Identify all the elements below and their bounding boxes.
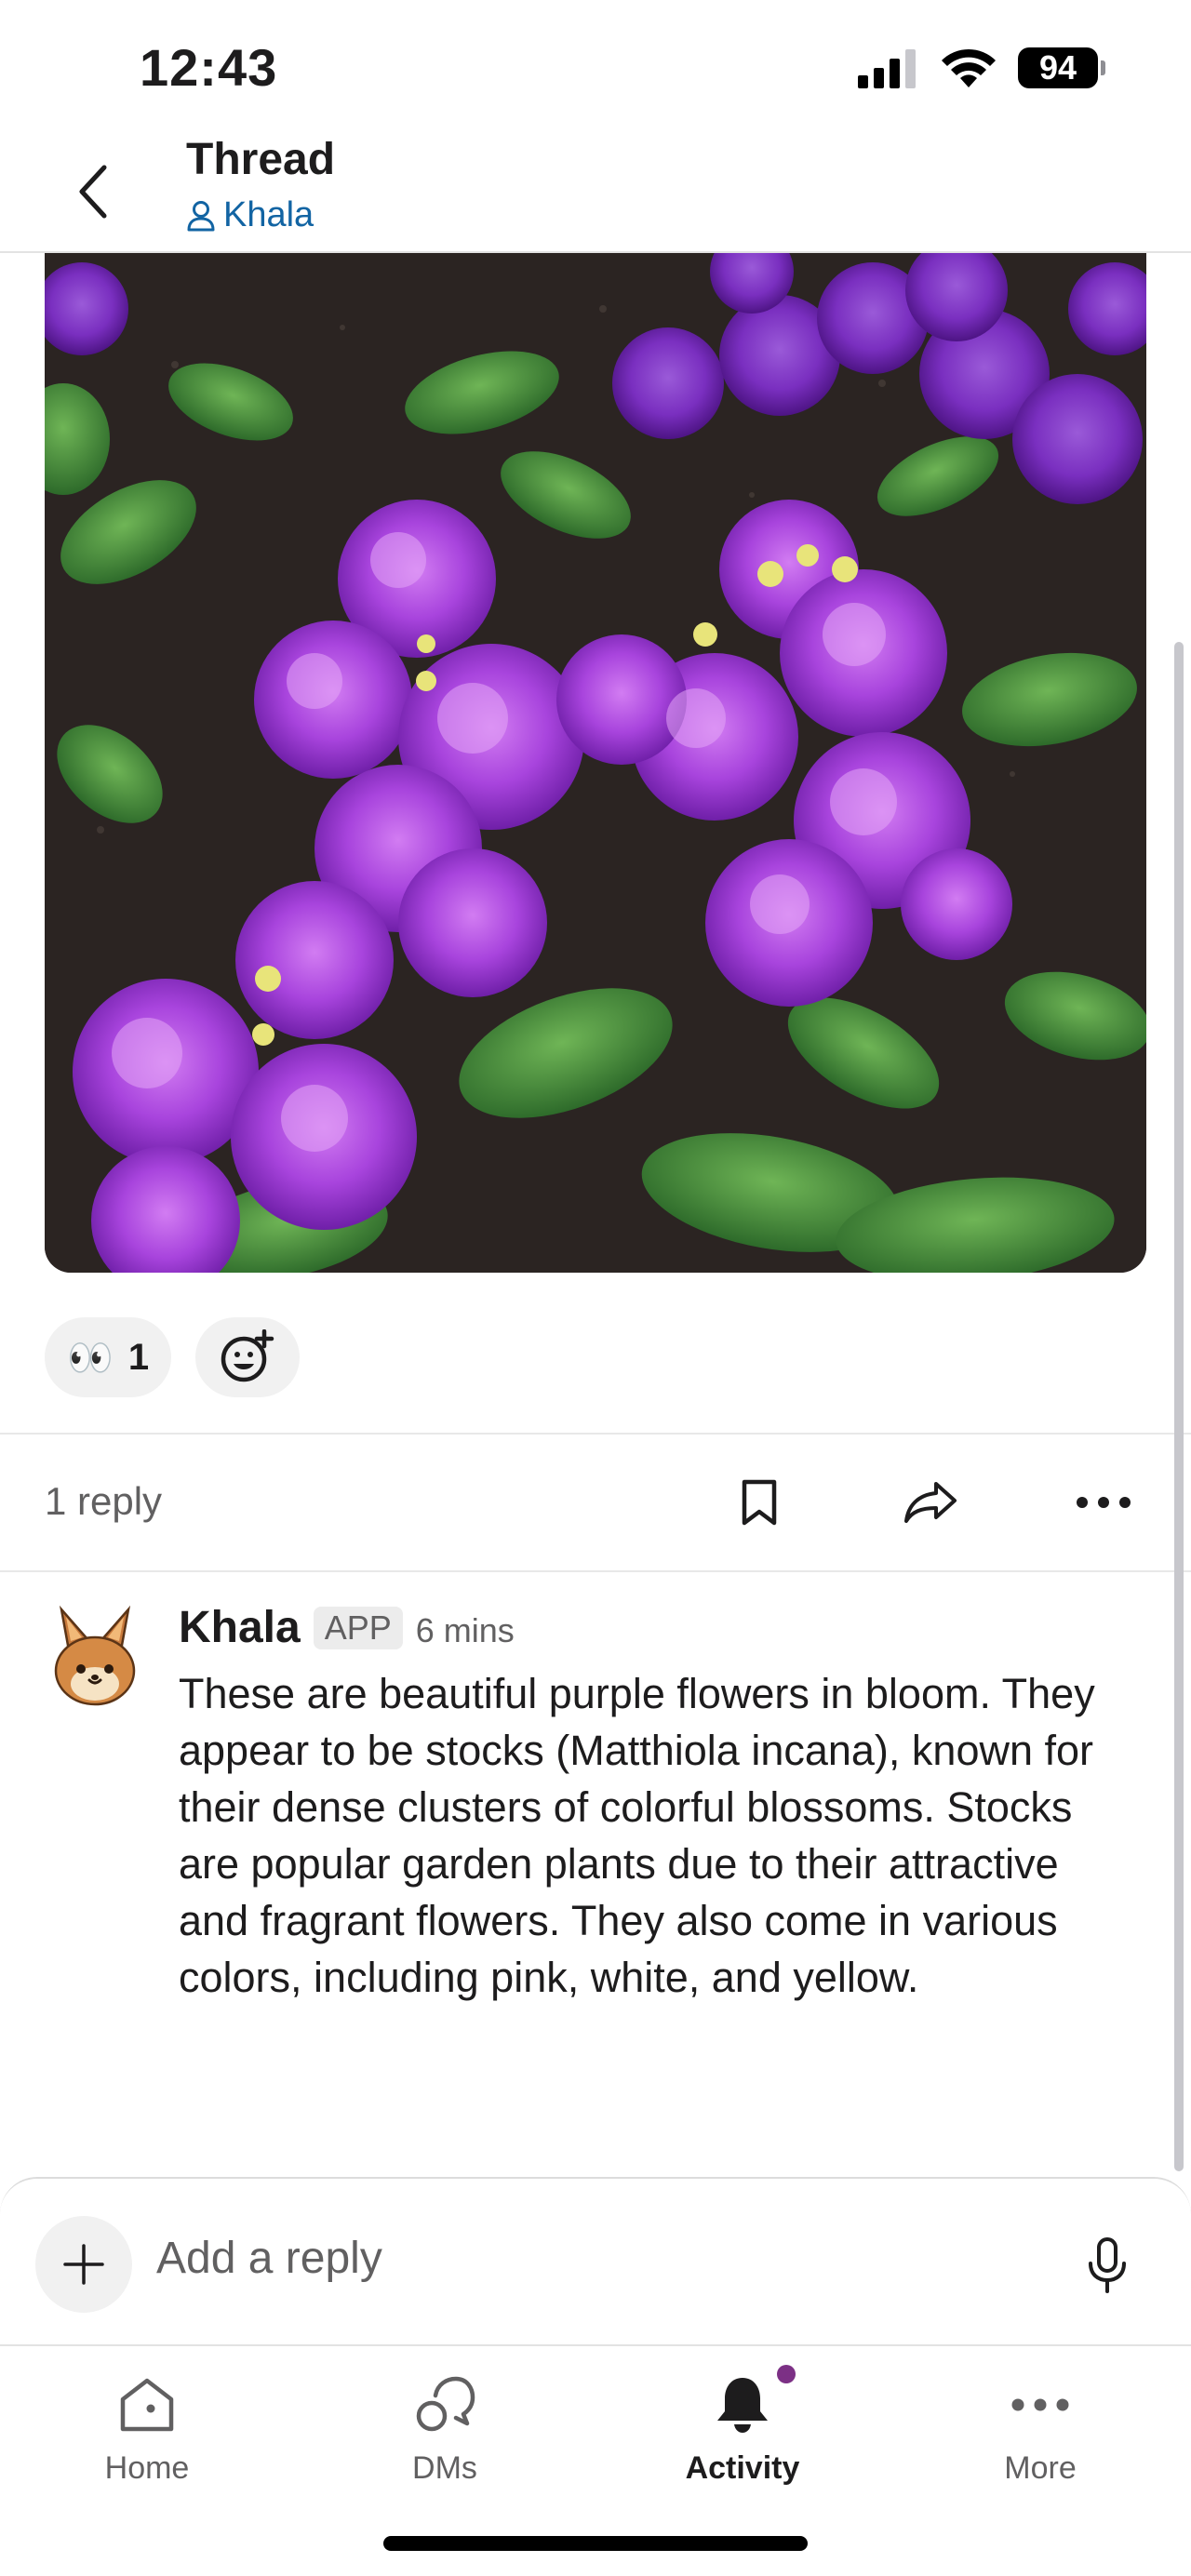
more-actions-button[interactable] — [1066, 1470, 1141, 1535]
message-author[interactable]: Khala — [179, 1602, 301, 1653]
status-icons: 94 — [858, 47, 1105, 89]
more-horizontal-icon — [1077, 1497, 1131, 1508]
status-time: 12:43 — [140, 38, 278, 97]
flower-image — [45, 253, 1146, 1273]
app-badge: APP — [313, 1606, 403, 1649]
message-text: These are beautiful purple flowers in bl… — [179, 1670, 1095, 2001]
flower-photo[interactable] — [45, 253, 1146, 1273]
attach-button[interactable] — [35, 2216, 132, 2313]
home-indicator — [383, 2536, 808, 2551]
message-header: Khala APP 6 mins — [179, 1602, 515, 1653]
reply-input[interactable]: Add a reply — [156, 2233, 994, 2284]
microphone-button[interactable] — [1079, 2233, 1135, 2298]
more-icon — [1011, 2398, 1069, 2411]
message-timestamp: 6 mins — [415, 1610, 515, 1649]
tab-label: Home — [104, 2450, 190, 2486]
scrollbar[interactable] — [1174, 642, 1184, 2171]
reply-composer: Add a reply — [0, 2177, 1191, 2344]
channel-link[interactable]: Khala — [186, 195, 314, 235]
notification-dot — [777, 2365, 796, 2383]
add-reaction-button[interactable] — [195, 1317, 301, 1397]
battery-indicator: 94 — [1018, 47, 1105, 88]
thread-header: Thread Khala — [0, 130, 1191, 253]
tab-dms[interactable]: DMs — [352, 2365, 538, 2504]
share-icon — [904, 1482, 957, 1523]
microphone-icon — [1089, 2237, 1126, 2293]
back-button[interactable] — [56, 154, 130, 229]
tab-label: DMs — [412, 2450, 477, 2486]
chevron-left-icon — [79, 165, 107, 219]
plus-icon — [63, 2244, 104, 2285]
bell-icon — [717, 2378, 768, 2433]
reaction-count: 1 — [127, 1336, 150, 1378]
add-emoji-icon — [221, 1329, 274, 1382]
page-title: Thread — [186, 135, 336, 184]
channel-name: Khala — [223, 195, 314, 234]
signal-icon — [858, 49, 916, 88]
home-icon — [120, 2378, 174, 2432]
status-bar: 12:43 94 — [0, 0, 1191, 130]
tab-more[interactable]: More — [947, 2365, 1133, 2504]
divider — [0, 1570, 1191, 1572]
dms-icon — [416, 2376, 475, 2432]
eyes-reaction[interactable]: 👀 1 — [45, 1317, 172, 1397]
tab-label: Activity — [685, 2450, 800, 2486]
wifi-icon — [942, 48, 996, 87]
bunny-avatar-icon — [54, 1605, 136, 1706]
avatar[interactable] — [52, 1604, 138, 1708]
bookmark-icon — [742, 1479, 777, 1526]
eyes-emoji: 👀 — [67, 1337, 114, 1379]
tab-activity[interactable]: Activity — [649, 2365, 836, 2504]
tab-label: More — [1004, 2450, 1077, 2486]
person-icon — [187, 200, 215, 231]
save-button[interactable] — [722, 1470, 796, 1535]
reply-count: 1 reply — [45, 1479, 163, 1523]
tab-home[interactable]: Home — [54, 2365, 240, 2504]
divider — [0, 1433, 1191, 1435]
share-button[interactable] — [893, 1470, 968, 1535]
reactions-row: 👀 1 — [45, 1317, 301, 1397]
